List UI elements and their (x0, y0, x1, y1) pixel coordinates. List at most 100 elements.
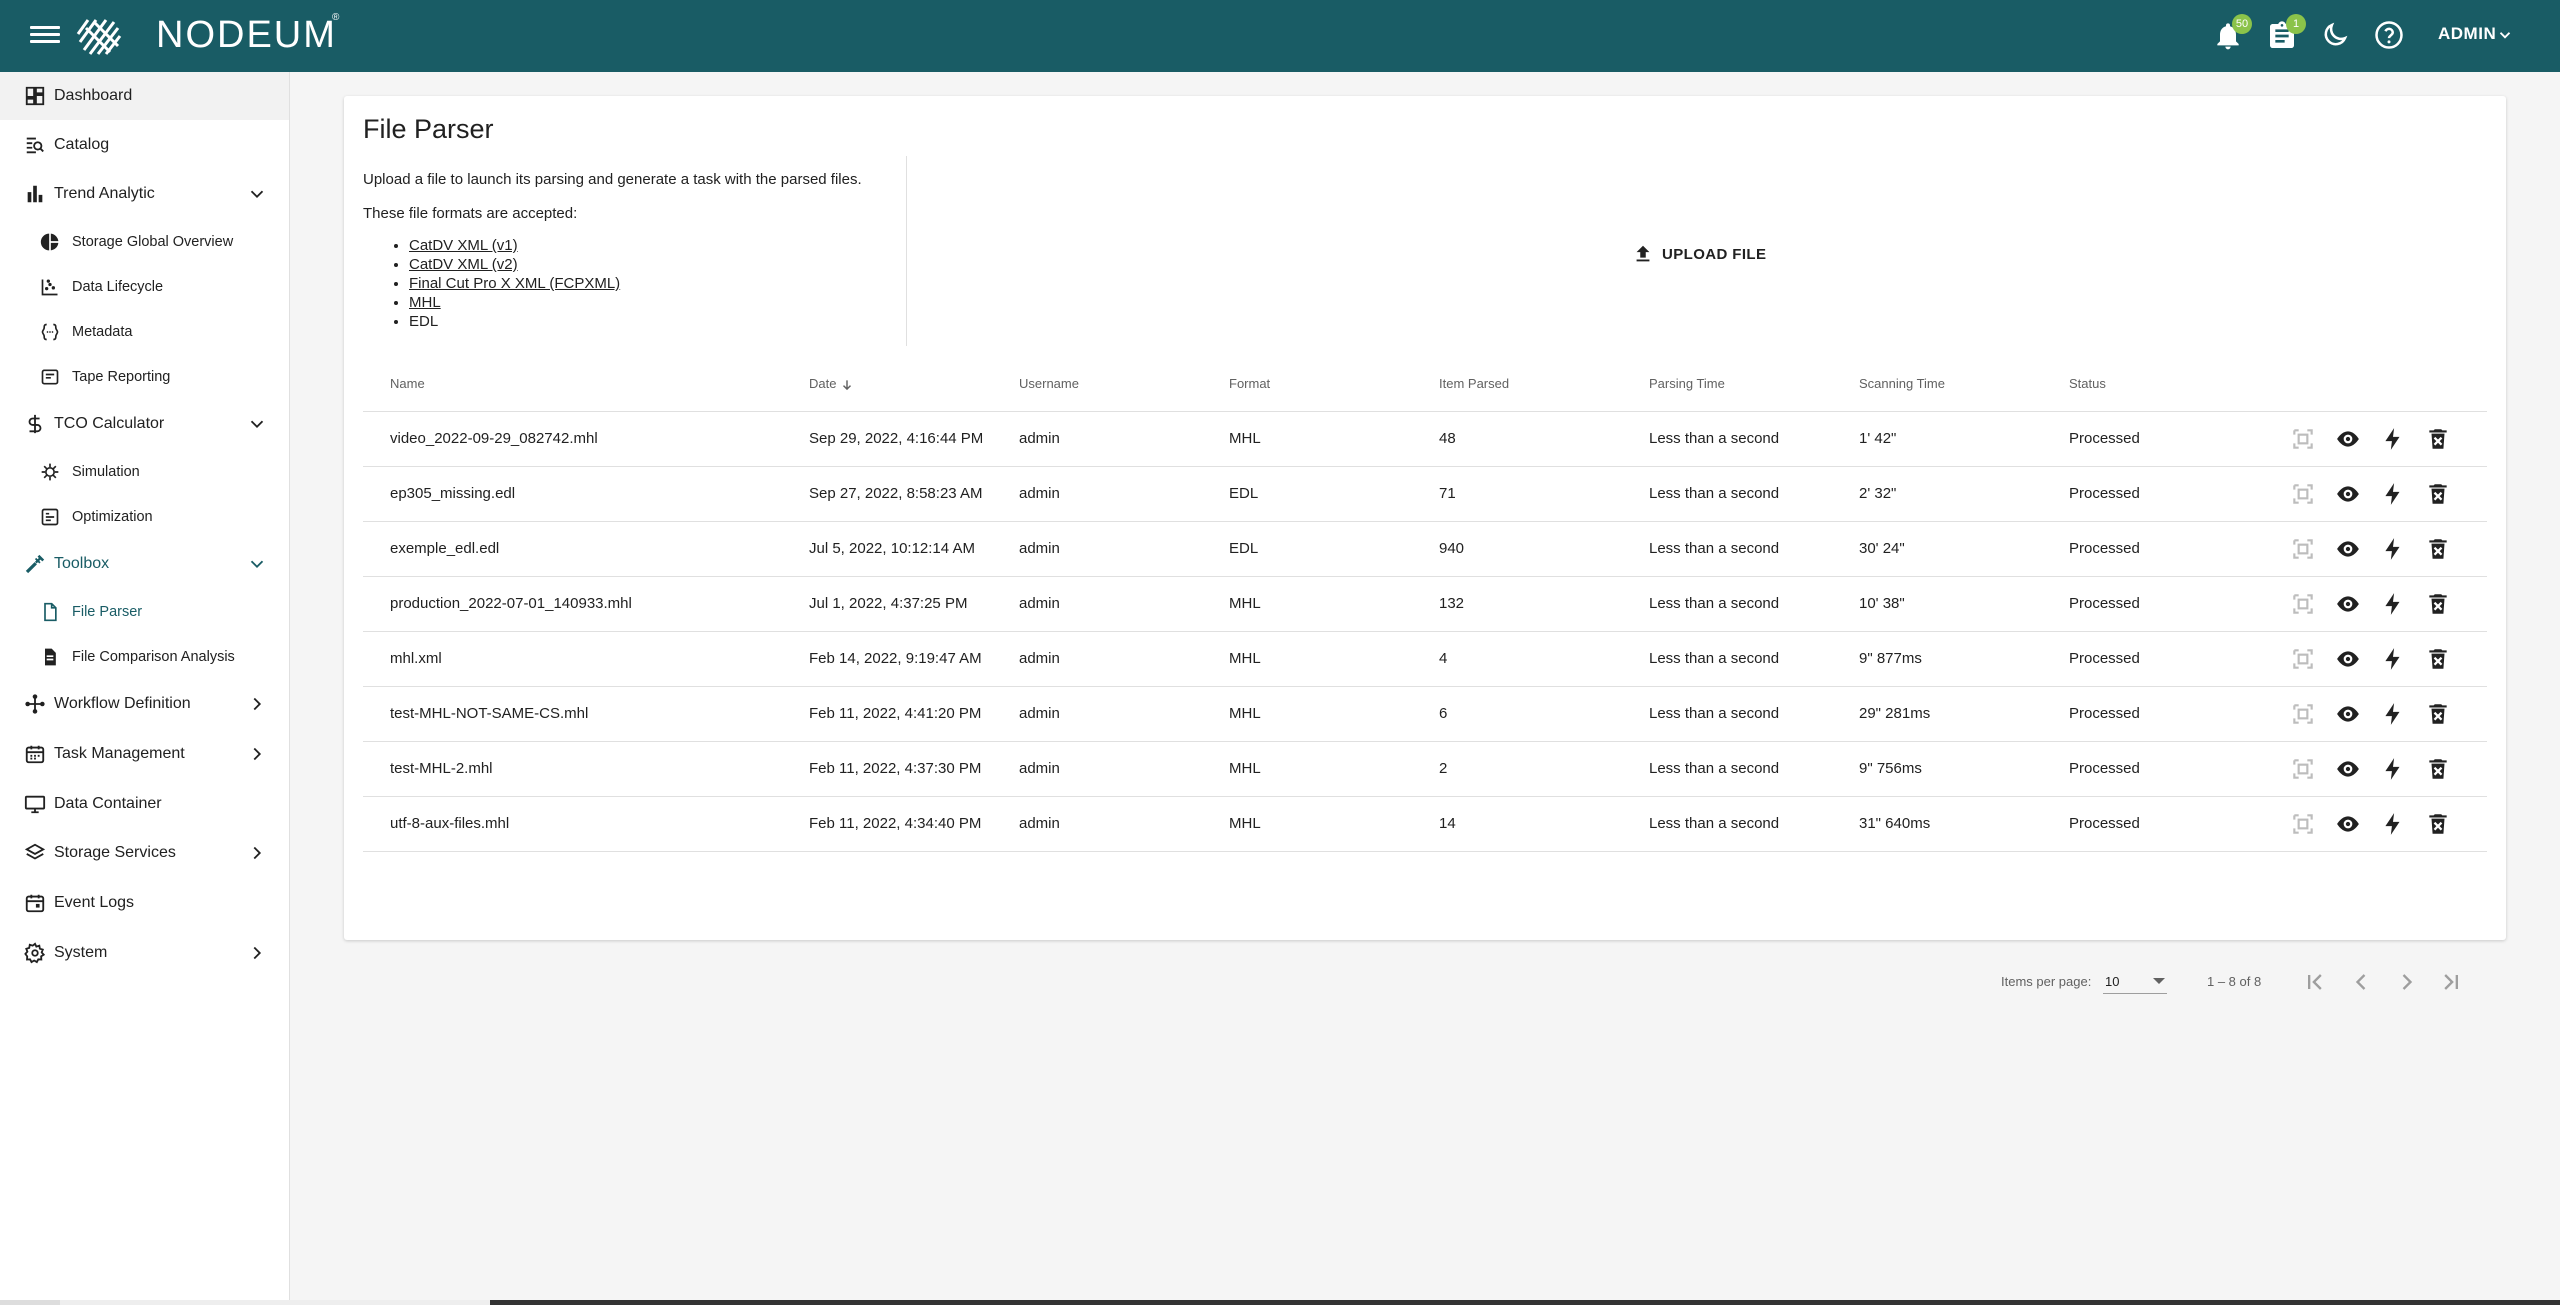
code-braces-icon (41, 323, 59, 341)
sidebar-item-trend-analytic[interactable]: Trend Analytic (0, 170, 289, 218)
lightning-icon[interactable] (2380, 536, 2406, 562)
view-eye-icon[interactable] (2335, 426, 2361, 452)
scrollbar-thumb[interactable] (60, 1300, 490, 1305)
select-files-icon[interactable] (2290, 481, 2316, 507)
table-row[interactable]: utf-8-aux-files.mhl Feb 11, 2022, 4:34:40… (363, 797, 2487, 852)
lightning-icon[interactable] (2380, 756, 2406, 782)
view-eye-icon[interactable] (2335, 756, 2361, 782)
nodeum-logo-icon[interactable] (74, 12, 124, 60)
cell-scanning-time: 30' 24" (1859, 540, 1905, 557)
view-eye-icon[interactable] (2335, 646, 2361, 672)
lightning-icon[interactable] (2380, 481, 2406, 507)
sidebar-item-optimization[interactable]: Optimization (0, 495, 289, 539)
header-status[interactable]: Status (2069, 376, 2106, 391)
previous-page-icon[interactable] (2347, 968, 2375, 996)
delete-icon[interactable] (2425, 811, 2451, 837)
chevron-right-icon[interactable] (246, 743, 268, 765)
select-files-icon[interactable] (2290, 536, 2316, 562)
header-name[interactable]: Name (390, 376, 425, 391)
table-row[interactable]: exemple_edl.edl Jul 5, 2022, 10:12:14 AM a… (363, 522, 2487, 577)
select-files-icon[interactable] (2290, 811, 2316, 837)
table-row[interactable]: production_2022-07-01_140933.mhl Jul 1, 2… (363, 577, 2487, 632)
header-parsing-time[interactable]: Parsing Time (1649, 376, 1725, 391)
sidebar-item-task-management[interactable]: Task Management (0, 730, 289, 778)
header-username[interactable]: Username (1019, 376, 1079, 391)
chevron-down-icon[interactable] (246, 553, 268, 575)
view-eye-icon[interactable] (2335, 591, 2361, 617)
select-files-icon[interactable] (2290, 426, 2316, 452)
delete-icon[interactable] (2425, 756, 2451, 782)
select-files-icon[interactable] (2290, 701, 2316, 727)
upload-file-button[interactable]: UPLOAD FILE (1632, 236, 1766, 272)
sidebar-item-toolbox[interactable]: Toolbox (0, 540, 289, 588)
sidebar-item-metadata[interactable]: Metadata (0, 310, 289, 354)
delete-icon[interactable] (2425, 646, 2451, 672)
chevron-right-icon[interactable] (246, 693, 268, 715)
format-link-fcpxml[interactable]: Final Cut Pro X XML (FCPXML) (409, 275, 620, 292)
sidebar-item-data-container[interactable]: Data Container (0, 780, 289, 828)
sidebar-item-event-logs[interactable]: Event Logs (0, 879, 289, 927)
view-eye-icon[interactable] (2335, 701, 2361, 727)
sidebar-item-storage-services[interactable]: Storage Services (0, 829, 289, 877)
header-date-label: Date (809, 376, 837, 391)
format-link-catdv-v2[interactable]: CatDV XML (v2) (409, 256, 518, 273)
sidebar-item-catalog[interactable]: Catalog (0, 121, 289, 169)
help-button[interactable] (2374, 20, 2406, 52)
menu-icon[interactable] (30, 22, 60, 50)
lightning-icon[interactable] (2380, 646, 2406, 672)
theme-toggle-button[interactable] (2320, 20, 2352, 52)
sidebar-item-tape-reporting[interactable]: Tape Reporting (0, 355, 289, 399)
format-link-catdv-v1[interactable]: CatDV XML (v1) (409, 237, 518, 254)
table-row[interactable]: test-MHL-NOT-SAME-CS.mhl Feb 11, 2022, 4:… (363, 687, 2487, 742)
tasks-button[interactable]: 1 (2266, 14, 2306, 52)
select-files-icon[interactable] (2290, 646, 2316, 672)
pie-chart-icon (40, 233, 59, 251)
view-eye-icon[interactable] (2335, 481, 2361, 507)
delete-icon[interactable] (2425, 481, 2451, 507)
delete-icon[interactable] (2425, 536, 2451, 562)
select-files-icon[interactable] (2290, 756, 2316, 782)
table-row[interactable]: mhl.xml Feb 14, 2022, 9:19:47 AM admin MHL 4… (363, 632, 2487, 687)
view-eye-icon[interactable] (2335, 536, 2361, 562)
sidebar-item-tco-calculator[interactable]: TCO Calculator (0, 400, 289, 448)
header-date[interactable]: Date (809, 376, 854, 392)
delete-icon[interactable] (2425, 701, 2451, 727)
chevron-down-icon[interactable] (246, 413, 268, 435)
lightning-icon[interactable] (2380, 811, 2406, 837)
last-page-icon[interactable] (2437, 968, 2465, 996)
sidebar-item-workflow-definition[interactable]: Workflow Definition (0, 680, 289, 728)
lightning-icon[interactable] (2380, 426, 2406, 452)
chevron-right-icon[interactable] (246, 942, 268, 964)
chevron-down-icon[interactable] (246, 183, 268, 205)
lightning-icon[interactable] (2380, 701, 2406, 727)
cell-scanning-time: 2' 32" (1859, 485, 1897, 502)
simulation-icon (41, 463, 59, 481)
sidebar-item-data-lifecycle[interactable]: Data Lifecycle (0, 265, 289, 309)
sidebar-item-storage-global-overview[interactable]: Storage Global Overview (0, 220, 289, 264)
select-files-icon[interactable] (2290, 591, 2316, 617)
chevron-down-icon[interactable] (2496, 26, 2514, 44)
table-row[interactable]: video_2022-09-29_082742.mhl Sep 29, 2022,… (363, 412, 2487, 467)
table-row[interactable]: test-MHL-2.mhl Feb 11, 2022, 4:37:30 PM ad… (363, 742, 2487, 797)
user-menu[interactable]: ADMIN (2438, 24, 2496, 44)
header-item-parsed[interactable]: Item Parsed (1439, 376, 1509, 391)
delete-icon[interactable] (2425, 591, 2451, 617)
cell-format: EDL (1229, 485, 1259, 502)
format-link-mhl[interactable]: MHL (409, 294, 441, 311)
sidebar-item-simulation[interactable]: Simulation (0, 450, 289, 494)
delete-icon[interactable] (2425, 426, 2451, 452)
header-format[interactable]: Format (1229, 376, 1270, 391)
sidebar-item-file-parser[interactable]: File Parser (0, 590, 289, 634)
table-row[interactable]: ep305_missing.edl Sep 27, 2022, 8:58:23 A… (363, 467, 2487, 522)
notifications-button[interactable]: 50 (2212, 14, 2252, 52)
sidebar-item-file-comparison-analysis[interactable]: File Comparison Analysis (0, 635, 289, 679)
sidebar-item-dashboard[interactable]: Dashboard (0, 72, 289, 120)
chevron-right-icon[interactable] (246, 842, 268, 864)
items-per-page-select[interactable]: 10 (2103, 968, 2167, 994)
view-eye-icon[interactable] (2335, 811, 2361, 837)
next-page-icon[interactable] (2393, 968, 2421, 996)
sidebar-item-system[interactable]: System (0, 929, 289, 977)
lightning-icon[interactable] (2380, 591, 2406, 617)
first-page-icon[interactable] (2301, 968, 2329, 996)
header-scanning-time[interactable]: Scanning Time (1859, 376, 1945, 391)
